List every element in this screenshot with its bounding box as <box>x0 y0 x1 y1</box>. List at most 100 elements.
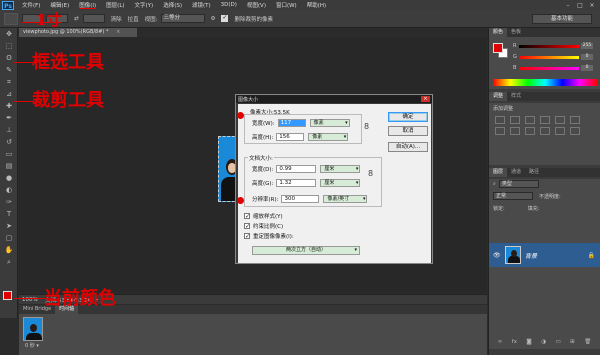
dodge-icon[interactable]: ◐ <box>2 185 16 195</box>
photo-filter-icon[interactable] <box>525 127 535 135</box>
eyedropper-icon[interactable]: ⊿ <box>2 89 16 99</box>
slider-green-value[interactable]: 0 <box>581 54 593 60</box>
trash-icon[interactable]: 🗑 <box>584 339 591 347</box>
slider-red-value[interactable]: 255 <box>581 43 593 49</box>
fx-icon[interactable]: fx <box>512 339 517 347</box>
tab-layers[interactable]: 图层 <box>489 168 508 177</box>
minimize-icon[interactable]: – <box>562 2 574 9</box>
gear-icon[interactable]: ⚙ <box>211 16 216 22</box>
brightness-icon[interactable] <box>495 116 505 124</box>
height-field[interactable] <box>82 14 105 23</box>
dialog-close-icon[interactable]: × <box>421 96 430 102</box>
layer-kind-select[interactable]: 类型 <box>498 180 539 188</box>
menu-layer[interactable]: 图层(L) <box>101 1 129 9</box>
tab-styles[interactable]: 样式 <box>507 92 525 101</box>
mask-icon[interactable]: ◙ <box>526 339 531 347</box>
path-select-icon[interactable]: ➤ <box>2 221 16 231</box>
workspace-select[interactable]: 基本功能 <box>532 14 592 24</box>
levels-icon[interactable] <box>510 116 520 124</box>
quick-select-icon[interactable]: ✎ <box>2 65 16 75</box>
menu-edit[interactable]: 编辑(E) <box>45 1 74 9</box>
pen-tool-icon[interactable]: ✑ <box>2 197 16 207</box>
new-layer-icon[interactable]: ⊞ <box>570 339 575 347</box>
invert-icon[interactable] <box>555 127 565 135</box>
tab-adjustments[interactable]: 调整 <box>489 92 508 101</box>
blend-mode-select[interactable]: 正常 <box>493 192 533 200</box>
constrain-row[interactable]: ✓ 约束比例(C) <box>244 222 283 230</box>
cancel-button[interactable]: 取消 <box>388 126 428 136</box>
exposure-icon[interactable] <box>540 116 550 124</box>
clear-button[interactable]: 清除 <box>111 15 122 23</box>
swap-icon[interactable]: ⇄ <box>74 16 79 22</box>
posterize-icon[interactable] <box>570 127 580 135</box>
gradient-icon[interactable]: ▤ <box>2 161 16 171</box>
crop-tool-icon[interactable]: ⌗ <box>2 77 16 87</box>
slider-blue[interactable]: B 0 <box>513 65 595 71</box>
move-tool-icon[interactable]: ✥ <box>2 29 16 39</box>
blur-icon[interactable]: ● <box>2 173 16 183</box>
menu-filter[interactable]: 滤镜(T) <box>187 1 216 9</box>
folder-icon[interactable]: ▭ <box>555 339 560 347</box>
zoom-tool-icon[interactable]: ⌕ <box>2 257 16 267</box>
layer-background[interactable]: 👁 背景 🔒 <box>489 243 600 267</box>
scale-styles-row[interactable]: ✓ 缩放样式(Y) <box>244 212 283 220</box>
doc-width-unit-select[interactable]: 厘米 <box>320 164 361 173</box>
tool-preset-picker[interactable] <box>4 12 18 25</box>
doc-width-input[interactable]: 0.99 <box>276 164 317 173</box>
tab-paths[interactable]: 路径 <box>525 168 543 177</box>
close-icon[interactable]: × <box>586 2 598 9</box>
slider-blue-value[interactable]: 0 <box>581 65 593 71</box>
menu-image[interactable]: 图像(I) <box>74 1 101 9</box>
height-unit-select[interactable]: 像素 <box>308 132 349 141</box>
dialog-titlebar[interactable]: 图像大小 × <box>236 95 432 103</box>
maximize-icon[interactable]: □ <box>574 2 586 9</box>
resample-row[interactable]: ✓ 重定图像像素(I): <box>244 232 294 240</box>
scale-styles-checkbox[interactable]: ✓ <box>244 213 250 220</box>
resolution-unit-select[interactable]: 像素/英寸 <box>323 194 368 203</box>
vibrance-icon[interactable] <box>555 116 565 124</box>
constrain-checkbox[interactable]: ✓ <box>244 223 250 230</box>
delete-cropped-checkbox[interactable]: ✓ <box>221 15 229 22</box>
menu-3d[interactable]: 3D(D) <box>216 2 242 8</box>
marquee-tool-icon[interactable]: ⬚ <box>2 41 16 51</box>
clone-stamp-icon[interactable]: ⊥ <box>2 125 16 135</box>
black-white-icon[interactable] <box>510 127 520 135</box>
brush-tool-icon[interactable]: ✒ <box>2 113 16 123</box>
width-input[interactable]: 117 <box>277 118 306 127</box>
menu-view[interactable]: 视图(V) <box>242 1 271 9</box>
menu-help[interactable]: 帮助(H) <box>302 1 331 9</box>
slider-red[interactable]: R 255 <box>513 43 595 49</box>
frame-duration[interactable]: 0 秒 ▾ <box>25 342 39 349</box>
tab-channels[interactable]: 通道 <box>507 168 525 177</box>
menu-type[interactable]: 文字(Y) <box>130 1 159 9</box>
straighten-button[interactable]: 拉直 <box>128 15 139 23</box>
color-balance-icon[interactable] <box>495 127 505 135</box>
layer-name[interactable]: 背景 <box>525 251 537 260</box>
resample-method-select[interactable]: 两次立方（自动） <box>252 246 360 255</box>
menu-select[interactable]: 选择(S) <box>158 1 187 9</box>
resample-checkbox[interactable]: ✓ <box>244 233 250 240</box>
view-select[interactable]: 三等分 <box>160 14 205 23</box>
auto-button[interactable]: 自动(A)... <box>388 142 428 152</box>
channel-mixer-icon[interactable] <box>540 127 550 135</box>
healing-brush-icon[interactable]: ✚ <box>2 101 16 111</box>
height-input[interactable]: 156 <box>276 132 305 141</box>
ok-button[interactable]: 确定 <box>388 112 428 122</box>
color-spectrum[interactable] <box>493 79 597 86</box>
adjust-layer-icon[interactable]: ◑ <box>541 339 546 347</box>
panel-fg-swatch[interactable] <box>493 43 503 53</box>
curves-icon[interactable] <box>525 116 535 124</box>
hand-tool-icon[interactable]: ✋ <box>2 245 16 255</box>
shape-tool-icon[interactable]: ▢ <box>2 233 16 243</box>
width-unit-select[interactable]: 像素 <box>309 118 350 127</box>
doc-height-unit-select[interactable]: 厘米 <box>320 178 361 187</box>
eraser-icon[interactable]: ▭ <box>2 149 16 159</box>
slider-green-track[interactable] <box>519 55 579 59</box>
doc-height-input[interactable]: 1.32 <box>276 178 317 187</box>
slider-green[interactable]: G 0 <box>513 54 595 60</box>
resolution-input[interactable]: 300 <box>281 194 320 203</box>
link-icon[interactable]: ∞ <box>498 339 503 347</box>
type-tool-icon[interactable]: T <box>2 209 16 219</box>
menu-window[interactable]: 窗口(W) <box>271 1 302 9</box>
menu-file[interactable]: 文件(F) <box>17 1 45 9</box>
